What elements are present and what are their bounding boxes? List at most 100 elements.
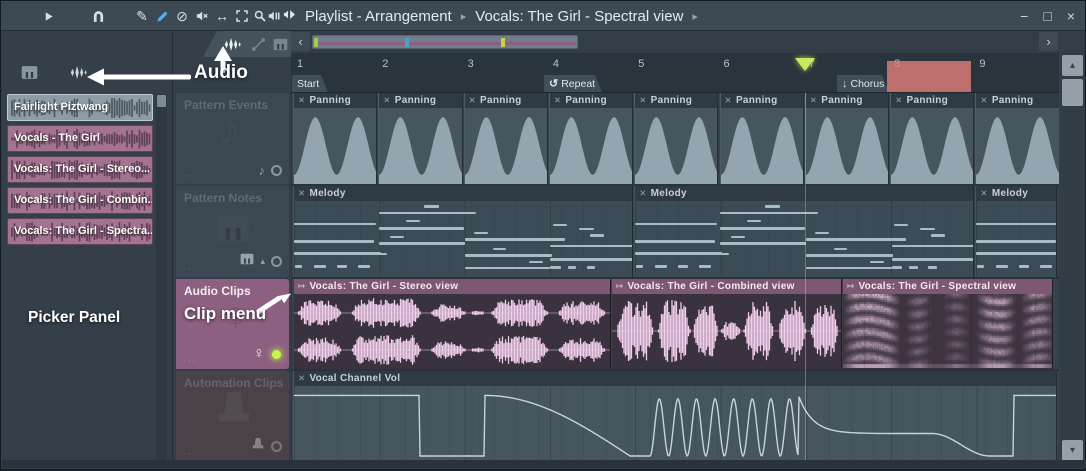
mute-icon[interactable] xyxy=(191,1,213,31)
tab-automation-icon[interactable] xyxy=(251,37,266,57)
clip-header[interactable]: ↦Vocals: The Girl - Spectral view xyxy=(843,279,1052,294)
delete-icon[interactable]: ⊘ xyxy=(171,1,193,31)
track-header-audio-clips[interactable]: Audio Clips ♀ ··· ♀ Clip menu xyxy=(176,279,289,369)
mute-led-icon[interactable] xyxy=(271,441,282,452)
lane-audio-clips[interactable]: ↦Vocals: The Girl - Stereo view↦Vocals: … xyxy=(291,279,1059,369)
close-button[interactable]: × xyxy=(1067,8,1075,24)
clip-header[interactable]: ✕Vocal Channel Vol xyxy=(294,371,1056,386)
clip-header[interactable]: ✕Panning xyxy=(550,93,632,108)
pattern-note xyxy=(529,261,543,264)
clip-header[interactable]: ✕Panning xyxy=(891,93,973,108)
snap-magnet-icon[interactable] xyxy=(87,1,109,31)
resize-dots[interactable]: ··· xyxy=(183,170,197,182)
minimize-button[interactable]: − xyxy=(1020,8,1028,24)
mute-led-icon[interactable] xyxy=(271,165,282,176)
clip-header[interactable]: ✕Panning xyxy=(976,93,1058,108)
audio-clip[interactable]: ↦Vocals: The Girl - Stereo view xyxy=(293,279,611,369)
automation-clip-vocal-vol[interactable]: ✕Vocal Channel Vol xyxy=(293,371,1057,462)
mute-led-icon[interactable] xyxy=(271,349,282,360)
timeline-ruler[interactable]: Start ↺ Repeat ↓ Chorus 123456789 xyxy=(291,53,1059,93)
scroll-up-button[interactable]: ▴ xyxy=(1062,55,1083,76)
pattern-clip-melody[interactable]: ✕Melody xyxy=(293,186,633,277)
picker-scrollbar[interactable] xyxy=(156,94,167,462)
audio-clip[interactable]: ↦Vocals: The Girl - Combined view xyxy=(611,279,842,369)
scroll-right-button[interactable]: › xyxy=(1039,32,1058,51)
automation-clip-panning[interactable]: ✕Panning xyxy=(634,93,718,184)
clip-header[interactable]: ↦Vocals: The Girl - Stereo view xyxy=(294,279,610,294)
scroll-down-button[interactable]: ▾ xyxy=(1062,440,1083,461)
picker-item[interactable]: Vocals - The Girl xyxy=(7,125,153,152)
collapse-icon[interactable]: ▴ xyxy=(260,256,265,267)
picker-item[interactable]: Vocals: The Girl - Stereo... xyxy=(7,156,153,183)
note-icon[interactable]: ♪ xyxy=(259,163,266,178)
marker-chorus[interactable]: ↓ Chorus xyxy=(837,75,889,92)
tab-audio-icon[interactable] xyxy=(223,35,242,59)
maximize-button[interactable]: □ xyxy=(1043,8,1051,24)
clip-header[interactable]: ✕Panning xyxy=(806,93,888,108)
resize-dots[interactable]: ··· xyxy=(183,355,197,367)
resize-dots[interactable]: ··· xyxy=(183,448,197,460)
picker-audio-icon[interactable] xyxy=(69,63,88,87)
draw-pencil-icon[interactable]: ✎ xyxy=(131,1,153,31)
automation-clip-panning[interactable]: ✕Panning xyxy=(720,93,804,184)
picker-patterns-icon[interactable] xyxy=(21,64,38,86)
automation-clip-panning[interactable]: ✕Panning xyxy=(293,93,377,184)
piano-icon[interactable] xyxy=(240,252,254,271)
pattern-note xyxy=(294,223,376,226)
clip-header[interactable]: ✕Panning xyxy=(635,93,717,108)
clip-header[interactable]: ✕Panning xyxy=(379,93,461,108)
clip-header[interactable]: ✕Panning xyxy=(721,93,803,108)
automation-clip-panning[interactable]: ✕Panning xyxy=(975,93,1059,184)
lane-pattern-notes[interactable]: ✕Melody✕Melody✕Melody xyxy=(291,186,1059,277)
pattern-note xyxy=(635,240,715,243)
automation-clip-panning[interactable]: ✕Panning xyxy=(805,93,889,184)
clip-header[interactable]: ✕Melody xyxy=(976,186,1056,201)
audio-clip[interactable]: ↦Vocals: The Girl - Spectral view xyxy=(842,279,1053,369)
resize-dots[interactable]: ··· xyxy=(183,263,197,275)
pattern-note xyxy=(806,254,893,257)
marker-repeat[interactable]: ↺ Repeat xyxy=(544,75,602,92)
automation-clip-panning[interactable]: ✕Panning xyxy=(464,93,548,184)
clip-menu-icon[interactable]: ↦ xyxy=(616,281,623,292)
picker-item[interactable]: Vocals: The Girl - Spectra... xyxy=(7,218,153,245)
window-subtitle[interactable]: Vocals: The Girl - Spectral view xyxy=(475,8,683,25)
clip-header[interactable]: ✕Panning xyxy=(465,93,547,108)
vertical-scrollbar[interactable]: ▴ ▾ xyxy=(1061,53,1084,463)
female-icon[interactable]: ♀ xyxy=(253,345,265,363)
window-bottom-edge xyxy=(2,460,1086,468)
clip-header[interactable]: ✕Panning xyxy=(294,93,376,108)
automation-clip-panning[interactable]: ✕Panning xyxy=(890,93,974,184)
marker-start[interactable]: Start xyxy=(292,75,328,92)
clip-header[interactable]: ✕Melody xyxy=(294,186,632,201)
clip-header[interactable]: ↦Vocals: The Girl - Combined view xyxy=(612,279,841,294)
track-title: Pattern Notes xyxy=(184,191,262,205)
clip-menu-icon[interactable]: ↦ xyxy=(298,281,305,292)
play-icon[interactable] xyxy=(37,1,59,31)
automation-clip-panning[interactable]: ✕Panning xyxy=(378,93,462,184)
loop-selection[interactable] xyxy=(887,61,971,93)
pattern-clip-melody[interactable]: ✕Melody xyxy=(975,186,1057,277)
picker-scrollbar-thumb[interactable] xyxy=(157,95,166,107)
track-header-pattern-events[interactable]: Pattern Events ♪ ··· ♪ xyxy=(176,93,289,184)
pedestal-icon[interactable] xyxy=(251,437,265,456)
panning-curve xyxy=(806,108,888,184)
clip-menu-icon[interactable]: ↦ xyxy=(847,281,854,292)
track-header-automation-clips[interactable]: Automation Clips ··· xyxy=(176,371,289,462)
paint-brush-icon[interactable] xyxy=(151,1,173,31)
playlist-lanes[interactable]: ✕Panning✕Panning✕Panning✕Panning✕Panning… xyxy=(291,93,1059,463)
picker-item[interactable]: Fairlight Piztwang xyxy=(7,94,153,121)
playlist-overview-scrollbar[interactable] xyxy=(312,35,578,49)
mute-led-icon[interactable] xyxy=(271,256,282,267)
picker-item[interactable]: Vocals: The Girl - Combin... xyxy=(7,187,153,214)
vertical-scrollbar-thumb[interactable] xyxy=(1062,79,1083,106)
automation-clip-panning[interactable]: ✕Panning xyxy=(549,93,633,184)
playback-stretch-icon[interactable]: ↔ xyxy=(211,1,233,31)
playhead-marker[interactable] xyxy=(795,58,815,71)
track-header-pattern-notes[interactable]: Pattern Notes ··· ▴ xyxy=(176,186,289,277)
tab-patterns-icon[interactable] xyxy=(273,37,288,57)
scroll-left-button[interactable]: ‹ xyxy=(291,32,310,51)
lane-automation-clips[interactable]: ✕Vocal Channel Vol xyxy=(291,371,1059,462)
lane-pattern-events[interactable]: ✕Panning✕Panning✕Panning✕Panning✕Panning… xyxy=(291,93,1059,184)
window-title[interactable]: Playlist - Arrangement xyxy=(305,8,452,25)
playback-speaker-icon[interactable] xyxy=(263,1,285,31)
